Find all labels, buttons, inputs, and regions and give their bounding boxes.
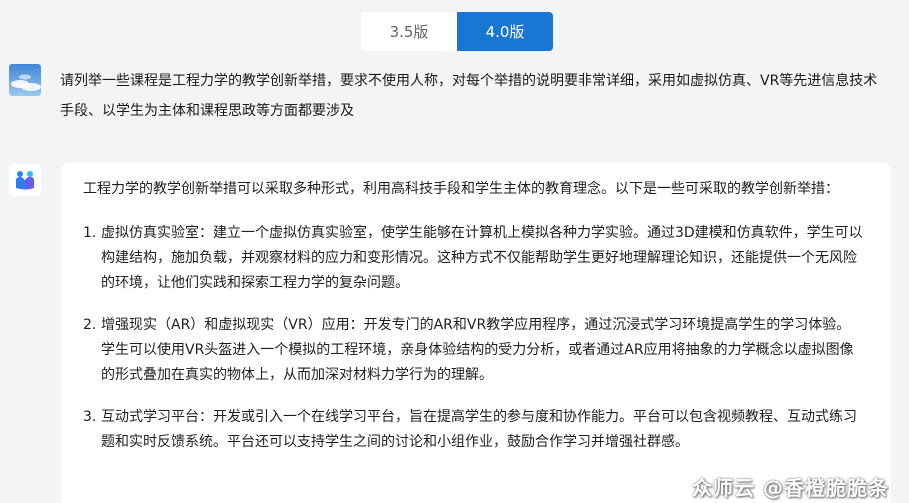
list-item: 1. 虚拟仿真实验室：建立一个虚拟仿真实验室，使学生能够在计算机上模拟各种力学实… [83,221,869,296]
version-toggle: 3.5版 4.0版 [361,12,553,51]
list-item: 3. 互动式学习平台：开发或引入一个在线学习平台，旨在提高学生的参与度和协作能力… [83,405,869,455]
version-4-0-button[interactable]: 4.0版 [457,12,553,51]
list-item: 2. 增强现实（AR）和虚拟现实（VR）应用：开发专门的AR和VR教学应用程序，… [83,313,869,388]
bot-logo-icon [9,164,41,196]
list-item-number: 2. [83,317,97,333]
list-item-text: 互动式学习平台：开发或引入一个在线学习平台，旨在提高学生的参与度和协作能力。平台… [101,409,857,450]
bot-answer-card: 工程力学的教学创新举措可以采取多种形式，利用高科技手段和学生主体的教育理念。以下… [61,163,891,503]
user-question-text: 请列举一些课程是工程力学的教学创新举措，要求不使用人称，对每个举措的说明要非常详… [60,73,878,119]
list-item-number: 1. [83,225,97,241]
answer-intro: 工程力学的教学创新举措可以采取多种形式，利用高科技手段和学生主体的教育理念。以下… [83,181,839,197]
list-item-text: 增强现实（AR）和虚拟现实（VR）应用：开发专门的AR和VR教学应用程序，通过沉… [101,317,854,383]
user-avatar-sky-icon [9,64,41,96]
watermark: 众师云 @香橙脆脆条 [692,476,889,500]
version-3-5-button[interactable]: 3.5版 [361,12,457,51]
answer-list: 1. 虚拟仿真实验室：建立一个虚拟仿真实验室，使学生能够在计算机上模拟各种力学实… [83,221,869,455]
list-item-number: 3. [83,409,97,425]
list-item-text: 虚拟仿真实验室：建立一个虚拟仿真实验室，使学生能够在计算机上模拟各种力学实验。通… [101,225,863,291]
